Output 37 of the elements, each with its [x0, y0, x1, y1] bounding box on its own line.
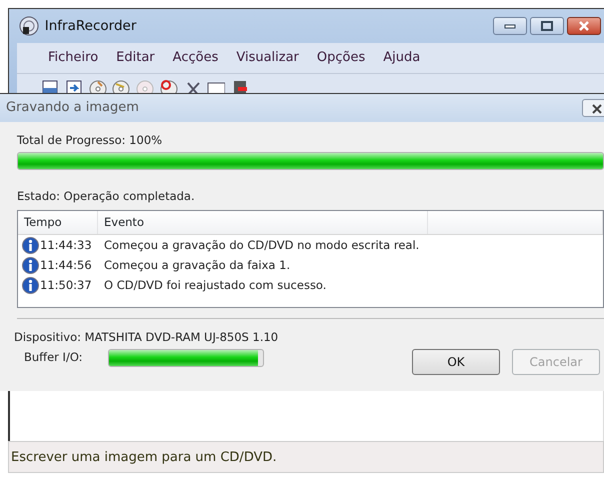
status-bar-text: Escrever uma imagem para um CD/DVD.	[11, 448, 277, 467]
device-label: Dispositivo: MATSHITA DVD-RAM UJ-850S 1.10	[14, 329, 280, 346]
column-header[interactable]: Tempo	[18, 211, 98, 234]
maximize-icon	[541, 21, 554, 31]
close-icon	[591, 104, 603, 114]
event-cell-text: Começou a gravação do CD/DVD no modo escrita real.	[103, 236, 420, 254]
window-title: InfraRecorder	[44, 16, 138, 36]
menu-item[interactable]: Opções	[308, 48, 374, 68]
info-icon	[22, 276, 39, 294]
minimize-button[interactable]	[493, 17, 528, 35]
app-logo-icon	[19, 16, 39, 36]
info-icon	[22, 256, 39, 274]
menu-item[interactable]: Ficheiro	[39, 48, 108, 68]
minimize-icon	[504, 23, 516, 29]
menu-item[interactable]: Acções	[164, 48, 228, 68]
menu-item[interactable]: Visualizar	[227, 48, 308, 68]
menu-item[interactable]: Editar	[107, 48, 164, 68]
progress-label: Total de Progresso: 100%	[17, 132, 164, 149]
event-cell-text: Começou a gravação da faixa 1.	[103, 256, 290, 274]
time-cell: 11:50:37	[40, 276, 92, 294]
info-icon	[22, 236, 39, 254]
time-cell: 11:44:56	[40, 256, 92, 274]
maximize-button[interactable]	[530, 17, 564, 35]
menu-item[interactable]: Ajuda	[374, 48, 430, 68]
dialog-title: Gravando a imagem	[6, 99, 140, 118]
event-cell-text: O CD/DVD foi reajustado com sucesso.	[103, 276, 326, 294]
status-text: Estado: Operação completada.	[17, 188, 196, 206]
close-icon	[578, 21, 590, 31]
column-header[interactable]: Evento	[98, 211, 428, 234]
document-icon[interactable]	[41, 78, 59, 93]
arrow-icon[interactable]	[64, 78, 83, 93]
time-cell: 11:44:33	[40, 236, 92, 254]
exit-icon[interactable]	[231, 78, 249, 93]
dialog-button[interactable]: OK	[412, 349, 500, 376]
close-button[interactable]	[567, 17, 602, 35]
close-button[interactable]	[582, 99, 604, 117]
buffer-label: Buffer I/O:	[24, 349, 84, 366]
